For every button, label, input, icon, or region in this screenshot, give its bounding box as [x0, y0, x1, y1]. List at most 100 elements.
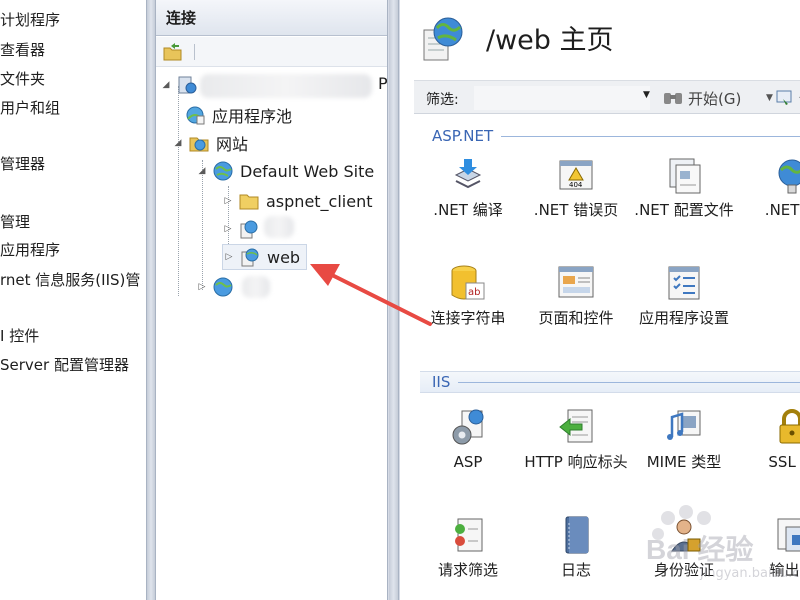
splitter-left[interactable] [146, 0, 156, 600]
tree-label-aspnet-client: aspnet_client [266, 191, 373, 211]
tree-node-redacted-site[interactable]: ▷ [196, 274, 270, 300]
database-ab-icon: ab [448, 263, 488, 303]
expand-arrow-icon[interactable]: ▷ [222, 196, 234, 206]
show-all-icon [776, 90, 792, 105]
server-name-tail: P [378, 74, 388, 93]
feature-request-filtering[interactable]: 请求筛选 [416, 515, 520, 581]
app-pool-icon [184, 104, 206, 126]
feature-label: MIME 类型 [646, 453, 722, 471]
feature-net-error-pages[interactable]: 404 .NET 错误页 [524, 155, 628, 221]
ssl-lock-icon [772, 407, 800, 447]
feature-label: HTTP 响应标头 [524, 453, 628, 471]
show-all-button[interactable]: ▼ 全 [766, 86, 800, 110]
feature-label: .NET 全 [764, 201, 800, 219]
feature-ssl-settings[interactable]: SSL 设 [740, 407, 800, 473]
page-header: /web 主页 [400, 0, 800, 78]
left-nav-item-users[interactable]: 用户和组 [0, 98, 60, 118]
web-app-icon [239, 246, 261, 268]
group-divider [501, 135, 800, 137]
feature-label: 请求筛选 [437, 561, 498, 579]
feature-net-globalization[interactable]: .NET 全 [740, 155, 800, 221]
folder-icon [238, 190, 260, 212]
collapse-arrow-icon[interactable]: ◢ [196, 166, 208, 176]
http-headers-icon [556, 407, 596, 447]
tree-node-server[interactable]: ◢ P [160, 72, 387, 98]
tree-node-default-web-site[interactable]: ◢ Default Web Site [196, 158, 374, 184]
annotation-arrow-icon [310, 264, 432, 326]
error-page-404-icon: 404 [556, 155, 596, 195]
web-app-icon [238, 218, 260, 240]
tree-guide-line [178, 86, 179, 296]
left-nav-item-manage[interactable]: 管理 [0, 212, 30, 232]
connections-toolbar [156, 37, 387, 67]
chevron-down-icon[interactable]: ▼ [643, 90, 650, 100]
tree-node-sites[interactable]: ◢ 网站 [172, 130, 248, 156]
collapse-arrow-icon[interactable]: ◢ [160, 80, 172, 90]
feature-label: ASP [453, 453, 483, 471]
redacted-site-name [242, 276, 270, 298]
feature-net-profile[interactable]: .NET 配置文件 [632, 155, 736, 221]
iis-globe-page-icon [423, 17, 463, 61]
left-nav-item-folders[interactable]: 文件夹 [0, 69, 45, 89]
folder-connect-icon [163, 43, 182, 61]
group-header-iis[interactable]: IIS [420, 371, 800, 393]
left-nav-item-viewer[interactable]: 查看器 [0, 40, 45, 60]
filter-bar: 筛选: ▼ 开始(G) ▼ 全 [414, 80, 800, 114]
expand-arrow-icon[interactable]: ▷ [223, 252, 235, 262]
redacted-server-name [200, 74, 372, 98]
sites-folder-icon [188, 132, 210, 154]
feature-label: SSL 设 [768, 453, 800, 471]
start-filter-button[interactable]: 开始(G) [662, 86, 741, 110]
tree-node-aspnet-client[interactable]: ▷ aspnet_client [222, 188, 373, 214]
left-nav-item-manager[interactable]: 管理器 [0, 154, 45, 174]
left-nav-item-wmi[interactable]: I 控件 [0, 326, 39, 346]
group-divider [458, 381, 800, 383]
tree-label-default-web-site: Default Web Site [240, 161, 375, 181]
svg-text:ab: ab [468, 287, 480, 298]
left-nav-item-apps[interactable]: 应用程序 [0, 240, 60, 260]
feature-logging[interactable]: 日志 [524, 515, 628, 581]
filter-input[interactable] [474, 86, 650, 110]
net-compile-icon [448, 155, 488, 195]
feature-asp[interactable]: ASP [416, 407, 520, 473]
feature-app-settings[interactable]: 应用程序设置 [632, 263, 736, 329]
pages-controls-icon [556, 263, 596, 303]
left-nav-item-iis[interactable]: rnet 信息服务(IIS)管 [0, 270, 140, 290]
feature-pages-controls[interactable]: 页面和控件 [524, 263, 628, 329]
filter-label: 筛选: [426, 92, 459, 108]
svg-text:404: 404 [569, 181, 583, 189]
feature-label: 日志 [560, 561, 591, 579]
app-settings-list-icon [664, 263, 704, 303]
globe-icon [212, 160, 234, 182]
expand-arrow-icon[interactable]: ▷ [222, 224, 234, 234]
collapse-arrow-icon[interactable]: ◢ [172, 138, 184, 148]
expand-arrow-icon[interactable]: ▷ [196, 282, 208, 292]
net-globalization-icon [772, 155, 800, 195]
feature-label: .NET 配置文件 [634, 201, 734, 219]
tree-label-sites: 网站 [216, 135, 249, 154]
tree-node-redacted-app[interactable]: ▷ [222, 216, 294, 242]
left-nav-panel: 计划程序 查看器 文件夹 用户和组 管理器 管理 应用程序 rnet 信息服务(… [0, 0, 146, 600]
tree-node-web[interactable]: ▷ web [222, 244, 308, 270]
tree-label-app-pools: 应用程序池 [212, 107, 293, 126]
tree-node-app-pools[interactable]: 应用程序池 [184, 102, 292, 128]
group-header-aspnet[interactable]: ASP.NET [420, 125, 800, 147]
page-title: /web 主页 [486, 25, 614, 56]
watermark-subtext: jingyan.baidu.com [700, 566, 800, 581]
logging-book-icon [556, 515, 596, 555]
feature-net-compilation[interactable]: .NET 编译 [416, 155, 520, 221]
feature-label: 页面和控件 [538, 309, 614, 327]
left-nav-item-scheduler[interactable]: 计划程序 [0, 10, 60, 30]
net-profile-icon [664, 155, 704, 195]
feature-label: .NET 编译 [433, 201, 503, 219]
server-icon [176, 74, 198, 96]
start-label: 开始(G) [688, 89, 742, 108]
feature-label: .NET 错误页 [533, 201, 619, 219]
left-nav-item-sql-server[interactable]: Server 配置管理器 [0, 355, 129, 375]
chevron-down-icon: ▼ [766, 93, 773, 103]
feature-http-headers[interactable]: HTTP 响应标头 [524, 407, 628, 473]
asp-gear-globe-icon [448, 407, 488, 447]
watermark-text: Bai 经验 [646, 534, 754, 565]
connect-button[interactable] [162, 42, 184, 62]
feature-mime-types[interactable]: MIME 类型 [632, 407, 736, 473]
